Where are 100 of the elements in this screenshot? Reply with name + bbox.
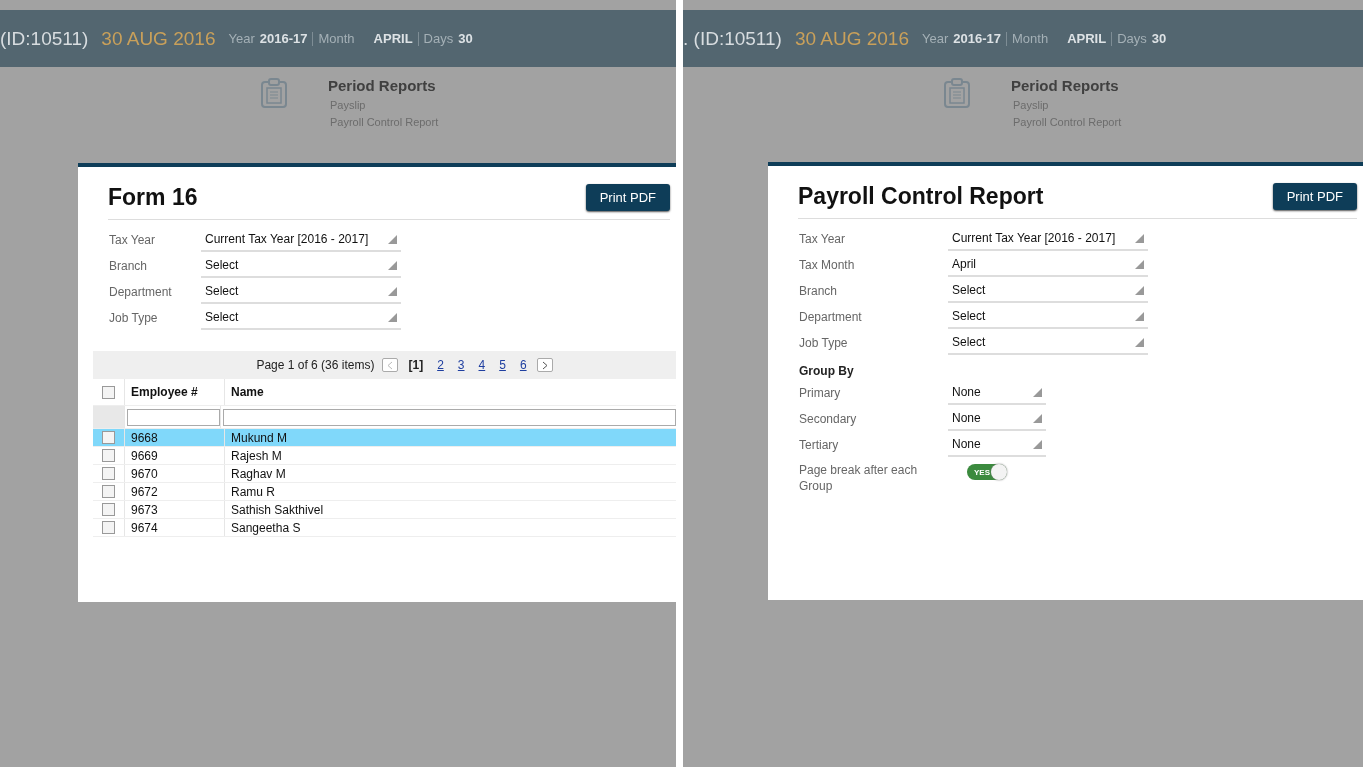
dropdown[interactable]: Current Tax Year [2016 - 2017]	[201, 228, 401, 252]
dropdown[interactable]: Select	[201, 306, 401, 330]
field-label: Job Type	[109, 311, 159, 325]
dropdown-triangle-icon	[1135, 233, 1144, 243]
employee-id: (ID:10511)	[0, 27, 89, 50]
dropdown-triangle-icon	[1135, 285, 1144, 295]
group-by-heading: Group By	[799, 364, 855, 378]
field-label: Tax Year	[799, 232, 847, 246]
days-label: Days	[1117, 31, 1147, 46]
table-row[interactable]: 9672 Ramu R	[93, 483, 676, 501]
dropdown[interactable]: Select	[201, 280, 401, 304]
field-label: Job Type	[799, 336, 849, 350]
table-cell: Sangeetha S	[231, 520, 301, 535]
table-cell: Mukund M	[231, 430, 288, 445]
table-cell: Raghav M	[231, 466, 286, 481]
table-row[interactable]: 9670 Raghav M	[93, 465, 676, 483]
field-label: Tertiary	[799, 438, 840, 452]
field-label: Branch	[799, 284, 839, 298]
row-checkbox[interactable]	[102, 503, 115, 516]
dropdown[interactable]: Select	[948, 279, 1148, 303]
table-row[interactable]: 9668 Mukund M	[93, 429, 676, 447]
field-label: Branch	[109, 259, 149, 273]
dropdown-triangle-icon	[388, 234, 397, 244]
dropdown[interactable]: Current Tax Year [2016 - 2017]	[948, 227, 1148, 251]
field-label: Tax Year	[109, 233, 157, 247]
table-cell: 9673	[131, 502, 158, 517]
employee-id: . (ID:10511)	[683, 27, 782, 50]
dropdown-triangle-icon	[1135, 337, 1144, 347]
table-cell: 9668	[131, 430, 158, 445]
current-date: 30 AUG 2016	[101, 27, 216, 50]
dropdown[interactable]: Select	[948, 331, 1148, 355]
year-value: 2016-17	[259, 31, 308, 46]
print-pdf-button[interactable]: Print PDF	[1272, 183, 1357, 210]
next-page-button[interactable]	[536, 358, 553, 372]
page-link[interactable]: 2	[437, 358, 444, 372]
dropdown[interactable]: Select	[948, 305, 1148, 329]
table-cell: Sathish Sakthivel	[231, 502, 324, 517]
month-value: APRIL	[373, 31, 413, 46]
year-value: 2016-17	[953, 31, 1001, 46]
row-checkbox[interactable]	[102, 431, 115, 444]
table-cell: 9669	[131, 448, 158, 463]
dropdown[interactable]: None	[948, 381, 1046, 405]
field-label: Secondary	[799, 412, 858, 426]
column-header[interactable]: Employee #	[125, 379, 225, 405]
row-checkbox[interactable]	[102, 467, 115, 480]
dropdown-triangle-icon	[1033, 413, 1042, 423]
table-cell: Rajesh M	[231, 448, 282, 463]
field-label: Department	[799, 310, 863, 324]
menu-title: Period Reports	[1011, 77, 1120, 94]
toggle-switch[interactable]: YES	[967, 464, 1007, 480]
clipboard-icon	[260, 77, 288, 109]
dialog-title: Payroll Control Report	[798, 183, 1044, 210]
menu-title: Period Reports	[328, 77, 437, 94]
dropdown-triangle-icon	[1135, 259, 1144, 269]
field-label: Primary	[799, 386, 842, 400]
month-value: APRIL	[1067, 31, 1107, 46]
table-row[interactable]: 9673 Sathish Sakthivel	[93, 501, 676, 519]
dropdown[interactable]: Select	[201, 254, 401, 278]
year-label: Year	[922, 31, 949, 46]
days-value: 30	[458, 31, 473, 46]
table-cell: 9672	[131, 484, 158, 499]
filter-field[interactable]	[127, 408, 220, 426]
column-header[interactable]: Name	[225, 379, 676, 405]
chevron-left-icon	[387, 360, 394, 370]
row-checkbox[interactable]	[102, 521, 115, 534]
table-row[interactable]: 9669 Rajesh M	[93, 447, 676, 465]
page-link[interactable]: 3	[457, 358, 465, 372]
dropdown[interactable]: None	[948, 433, 1046, 457]
chevron-right-icon	[541, 360, 548, 370]
days-label: Days	[423, 31, 454, 46]
page-link[interactable]: 6	[519, 358, 527, 372]
table-row[interactable]: 9674 Sangeetha S	[93, 519, 676, 537]
table-cell: 9670	[131, 466, 158, 481]
print-pdf-button[interactable]: Print PDF	[585, 184, 670, 211]
field-label: Department	[109, 285, 173, 299]
row-checkbox[interactable]	[102, 449, 115, 462]
dropdown[interactable]: None	[948, 407, 1046, 431]
dropdown-triangle-icon	[1135, 311, 1144, 321]
page-link[interactable]: 4	[478, 358, 486, 372]
page-link[interactable]: 5	[499, 358, 506, 372]
toggle-label: Page break after each Group	[799, 462, 919, 494]
field-label: Tax Month	[799, 258, 856, 272]
year-label: Year	[228, 31, 255, 46]
select-all-checkbox[interactable]	[102, 385, 115, 399]
month-label: Month	[318, 31, 355, 46]
dialog-title: Form 16	[108, 184, 198, 211]
dropdown-triangle-icon	[1033, 387, 1042, 397]
dropdown-triangle-icon	[388, 286, 397, 296]
filter-field[interactable]	[223, 408, 676, 426]
days-value: 30	[1151, 31, 1167, 46]
dropdown-triangle-icon	[388, 260, 397, 270]
clipboard-icon	[943, 77, 971, 109]
current-date: 30 AUG 2016	[794, 27, 909, 50]
table-cell: Ramu R	[231, 484, 275, 499]
dropdown-triangle-icon	[1033, 439, 1042, 449]
page-link[interactable]: [1]	[408, 358, 424, 372]
row-checkbox[interactable]	[102, 485, 115, 498]
dropdown[interactable]: April	[948, 253, 1148, 277]
previous-page-button[interactable]	[382, 358, 399, 372]
dropdown-triangle-icon	[388, 312, 397, 322]
